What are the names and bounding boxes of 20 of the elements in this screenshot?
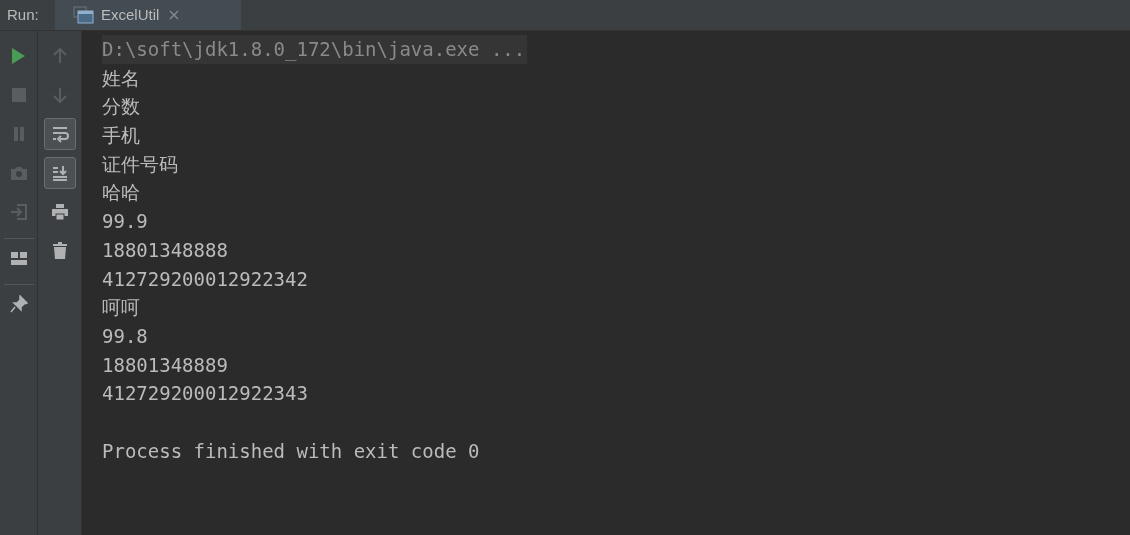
run-label: Run: xyxy=(6,4,40,25)
output-line: 哈哈 xyxy=(102,180,140,206)
output-line: 99.8 xyxy=(102,323,148,349)
scroll-to-end-icon[interactable] xyxy=(43,157,76,189)
output-line: 18801348889 xyxy=(102,352,228,378)
exit-status-line: Process finished with exit code 0 xyxy=(102,438,480,464)
output-line: 分数 xyxy=(102,94,140,120)
output-line: 呵呵 xyxy=(102,295,140,321)
tab[interactable]: ExcelUtil xyxy=(55,0,241,30)
output-line: 证件号码 xyxy=(102,151,178,177)
soft-wrap-icon[interactable] xyxy=(43,118,76,150)
output-line: 412729200012922343 xyxy=(102,381,308,407)
close-icon[interactable] xyxy=(169,10,180,20)
window-icon xyxy=(73,6,95,24)
output-line: 手机 xyxy=(102,123,140,149)
tab-label: ExcelUtil xyxy=(101,4,160,25)
output-line: 412729200012922342 xyxy=(102,266,308,292)
output-line: 姓名 xyxy=(102,65,140,91)
output-line: 99.9 xyxy=(102,209,148,235)
output-line: 18801348888 xyxy=(102,237,228,263)
